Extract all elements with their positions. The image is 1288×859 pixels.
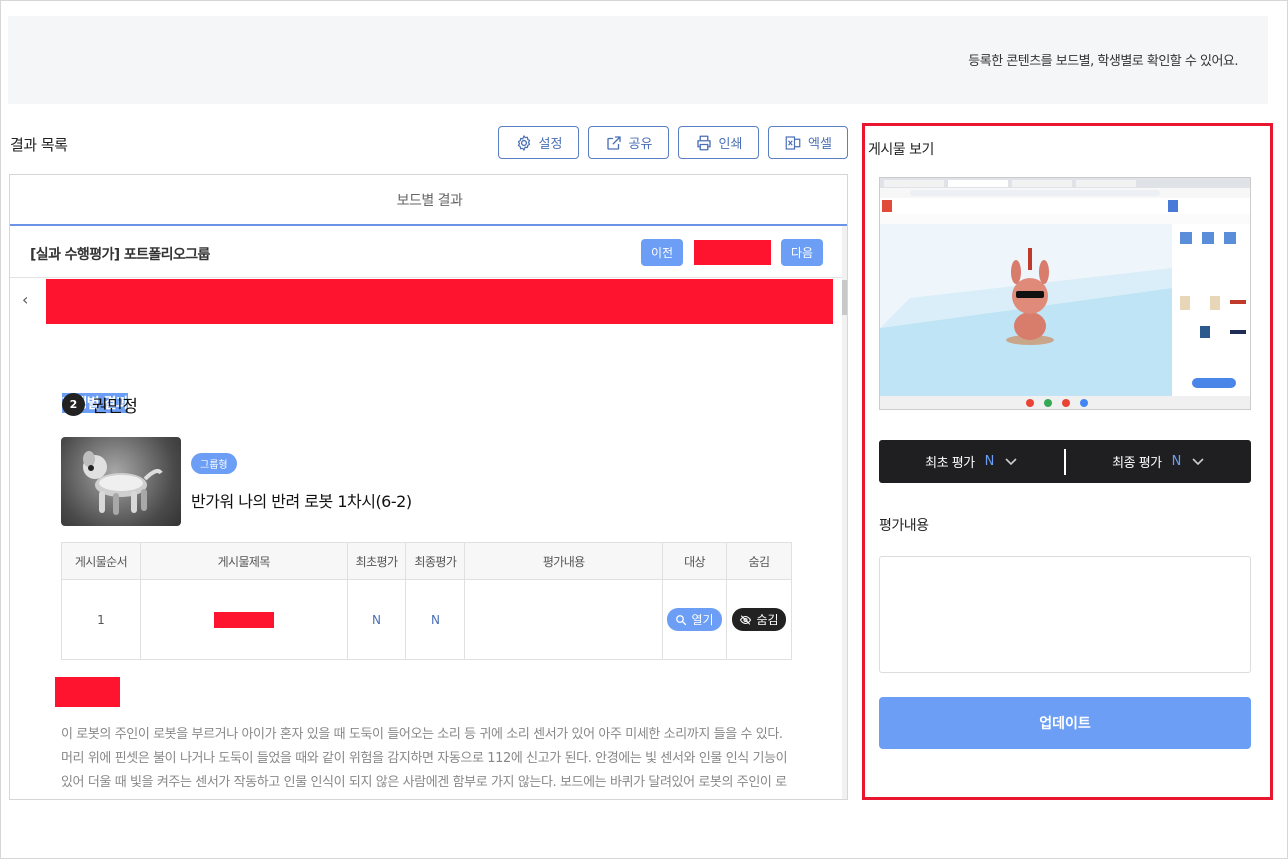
chevron-down-icon [1192,457,1204,465]
final-eval-dropdown[interactable]: 최종 평가 N [1066,452,1251,471]
prev-button[interactable]: 이전 [641,239,684,266]
cell-eval-content [464,579,664,660]
eval-content-textarea[interactable] [879,556,1251,673]
cell-order: 1 [61,579,141,660]
eval-content-label: 평가내용 [879,518,929,534]
open-label: 열기 [691,613,714,627]
group-header: [실과 수행평가] 포트폴리오그룹 이전 다음 [10,228,842,278]
redacted-student-bar [46,279,833,324]
settings-label: 설정 [538,137,563,152]
hide-button[interactable]: 숨김 [732,608,786,631]
cell-post-title [139,579,348,660]
next-button[interactable]: 다음 [781,239,824,266]
header-post-title: 게시물제목 [139,542,348,580]
post-type-badge: 그룹형 [191,453,237,474]
redacted-title [213,611,274,628]
tab-board-results[interactable]: 보드별 결과 [10,175,847,226]
info-banner: 등록한 콘텐츠를 보드별, 학생별로 확인할 수 있어요. [8,16,1268,104]
excel-label: 엑셀 [808,137,832,152]
robot-dog-image [83,451,163,515]
scrollbar-thumb[interactable] [842,280,847,315]
share-icon [606,135,621,150]
eye-off-icon [740,614,752,625]
settings-button[interactable]: 설정 [498,126,579,159]
print-label: 인쇄 [718,137,743,152]
initial-eval-dropdown[interactable]: 최초 평가 N [879,452,1064,471]
cell-initial-eval: N [346,579,407,660]
excel-button[interactable]: 엑셀 [768,126,848,159]
student-number-badge: 2 [62,393,85,416]
chevron-left-icon[interactable]: ‹ [22,290,28,309]
post-description: 이 로봇의 주인이 로봇을 부르거나 아이가 혼자 있을 때 도둑이 들어오는 … [61,727,788,790]
header-hide: 숨김 [725,542,793,580]
result-list-title: 결과 목록 [10,136,68,154]
printer-icon [696,135,711,150]
post-preview-image[interactable] [879,177,1251,410]
open-button[interactable]: 열기 [667,608,722,631]
banner-message: 등록한 콘텐츠를 보드별, 학생별로 확인할 수 있어요. [968,54,1238,69]
initial-eval-label: 최초 평가 [925,456,975,471]
chevron-down-icon [1005,457,1017,465]
post-viewer-title: 게시물 보기 [868,142,934,158]
update-button[interactable]: 업데이트 [879,697,1251,749]
gear-icon [517,134,530,151]
header-eval-content: 평가내용 [464,542,664,580]
share-label: 공유 [628,137,653,152]
redacted-selector[interactable] [694,240,771,265]
print-button[interactable]: 인쇄 [678,126,759,159]
excel-icon [785,135,801,150]
header-initial-eval: 최초평가 [346,542,407,580]
initial-eval-value: N [984,454,995,469]
post-title: 반가워 나의 반려 로봇 1차시(6-2) [191,492,412,511]
hide-label: 숨김 [756,613,779,627]
redacted-label [55,677,120,707]
cell-target: 열기 [662,579,727,660]
tinkercad-screenshot [880,178,1250,409]
result-table: 게시물순서 게시물제목 최초평가 최종평가 평가내용 대상 숨김 1 N N 열… [61,542,793,660]
evaluation-bar: 최초 평가 N 최종 평가 N [879,440,1251,483]
cell-hide: 숨김 [725,579,793,660]
student-name: 권민정 [92,397,138,417]
header-order: 게시물순서 [61,542,141,580]
header-final-eval: 최종평가 [405,542,466,580]
header-target: 대상 [662,542,727,580]
final-eval-value: N [1171,454,1182,469]
table-row: 1 N N 열기 숨김 [61,579,793,660]
share-button[interactable]: 공유 [588,126,669,159]
post-thumbnail[interactable] [61,437,181,526]
result-list-panel: 보드별 결과 학생별 결과 [실과 수행평가] 포트폴리오그룹 이전 다음 ‹ … [9,174,848,800]
group-title: [실과 수행평가] 포트폴리오그룹 [30,247,210,263]
search-icon [676,614,687,625]
table-header-row: 게시물순서 게시물제목 최초평가 최종평가 평가내용 대상 숨김 [61,542,793,580]
cell-final-eval: N [405,579,466,660]
final-eval-label: 최종 평가 [1112,456,1162,471]
result-tabs: 보드별 결과 학생별 결과 [10,175,847,413]
